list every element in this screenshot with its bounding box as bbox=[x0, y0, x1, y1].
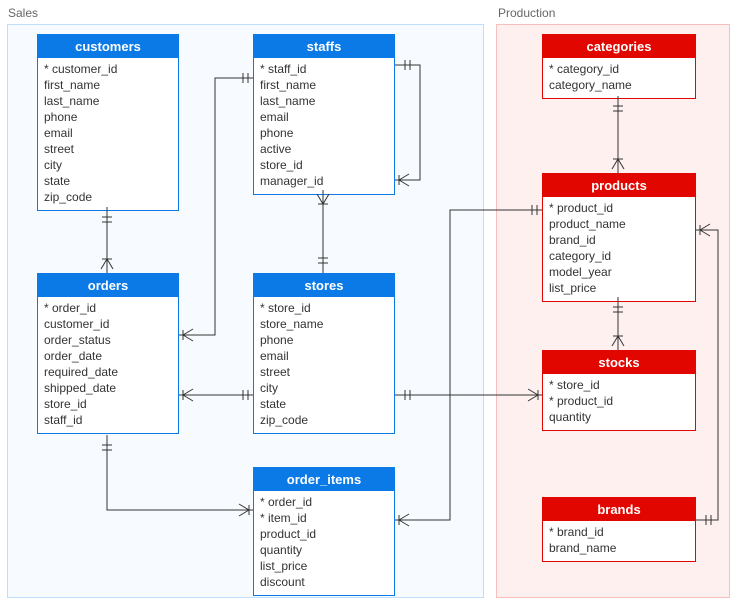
col: last_name bbox=[260, 93, 388, 109]
entity-body: * store_id * product_id quantity bbox=[543, 374, 695, 430]
entity-title: staffs bbox=[254, 35, 394, 58]
col: quantity bbox=[260, 542, 388, 558]
col: first_name bbox=[260, 77, 388, 93]
entity-products[interactable]: products * product_id product_name brand… bbox=[542, 173, 696, 302]
entity-title: stores bbox=[254, 274, 394, 297]
col: * brand_id bbox=[549, 524, 689, 540]
col: staff_id bbox=[44, 412, 172, 428]
col: list_price bbox=[549, 280, 689, 296]
col: street bbox=[260, 364, 388, 380]
entity-categories[interactable]: categories * category_id category_name bbox=[542, 34, 696, 99]
col: * staff_id bbox=[260, 61, 388, 77]
col: email bbox=[260, 348, 388, 364]
col: order_date bbox=[44, 348, 172, 364]
schema-label-production: Production bbox=[498, 6, 555, 20]
entity-staffs[interactable]: staffs * staff_id first_name last_name e… bbox=[253, 34, 395, 195]
col: * customer_id bbox=[44, 61, 172, 77]
col: state bbox=[44, 173, 172, 189]
col: * category_id bbox=[549, 61, 689, 77]
col: phone bbox=[260, 125, 388, 141]
entity-body: * staff_id first_name last_name email ph… bbox=[254, 58, 394, 194]
col: shipped_date bbox=[44, 380, 172, 396]
col: category_name bbox=[549, 77, 689, 93]
entity-title: brands bbox=[543, 498, 695, 521]
entity-title: categories bbox=[543, 35, 695, 58]
entity-title: stocks bbox=[543, 351, 695, 374]
entity-order-items[interactable]: order_items * order_id * item_id product… bbox=[253, 467, 395, 596]
entity-body: * customer_id first_name last_name phone… bbox=[38, 58, 178, 210]
entity-body: * category_id category_name bbox=[543, 58, 695, 98]
entity-stocks[interactable]: stocks * store_id * product_id quantity bbox=[542, 350, 696, 431]
entity-brands[interactable]: brands * brand_id brand_name bbox=[542, 497, 696, 562]
entity-body: * brand_id brand_name bbox=[543, 521, 695, 561]
col: email bbox=[44, 125, 172, 141]
col: * store_id bbox=[260, 300, 388, 316]
col: * product_id bbox=[549, 393, 689, 409]
entity-stores[interactable]: stores * store_id store_name phone email… bbox=[253, 273, 395, 434]
col: store_id bbox=[260, 157, 388, 173]
col: model_year bbox=[549, 264, 689, 280]
entity-body: * product_id product_name brand_id categ… bbox=[543, 197, 695, 301]
entity-title: customers bbox=[38, 35, 178, 58]
schema-label-sales: Sales bbox=[8, 6, 38, 20]
col: * store_id bbox=[549, 377, 689, 393]
col: brand_name bbox=[549, 540, 689, 556]
col: order_status bbox=[44, 332, 172, 348]
col: phone bbox=[44, 109, 172, 125]
col: first_name bbox=[44, 77, 172, 93]
col: zip_code bbox=[260, 412, 388, 428]
col: zip_code bbox=[44, 189, 172, 205]
col: phone bbox=[260, 332, 388, 348]
col: discount bbox=[260, 574, 388, 590]
col: email bbox=[260, 109, 388, 125]
col: active bbox=[260, 141, 388, 157]
col: manager_id bbox=[260, 173, 388, 189]
col: * order_id bbox=[44, 300, 172, 316]
col: state bbox=[260, 396, 388, 412]
col: category_id bbox=[549, 248, 689, 264]
col: quantity bbox=[549, 409, 689, 425]
er-diagram-canvas: Sales Production customers * customer_id… bbox=[0, 0, 742, 602]
entity-body: * store_id store_name phone email street… bbox=[254, 297, 394, 433]
col: store_name bbox=[260, 316, 388, 332]
col: city bbox=[44, 157, 172, 173]
col: city bbox=[260, 380, 388, 396]
entity-title: orders bbox=[38, 274, 178, 297]
entity-customers[interactable]: customers * customer_id first_name last_… bbox=[37, 34, 179, 211]
col: * order_id bbox=[260, 494, 388, 510]
col: product_id bbox=[260, 526, 388, 542]
col: brand_id bbox=[549, 232, 689, 248]
col: * item_id bbox=[260, 510, 388, 526]
entity-title: order_items bbox=[254, 468, 394, 491]
col: last_name bbox=[44, 93, 172, 109]
col: * product_id bbox=[549, 200, 689, 216]
entity-orders[interactable]: orders * order_id customer_id order_stat… bbox=[37, 273, 179, 434]
col: required_date bbox=[44, 364, 172, 380]
col: store_id bbox=[44, 396, 172, 412]
col: product_name bbox=[549, 216, 689, 232]
col: list_price bbox=[260, 558, 388, 574]
col: street bbox=[44, 141, 172, 157]
col: customer_id bbox=[44, 316, 172, 332]
entity-body: * order_id customer_id order_status orde… bbox=[38, 297, 178, 433]
entity-title: products bbox=[543, 174, 695, 197]
entity-body: * order_id * item_id product_id quantity… bbox=[254, 491, 394, 595]
